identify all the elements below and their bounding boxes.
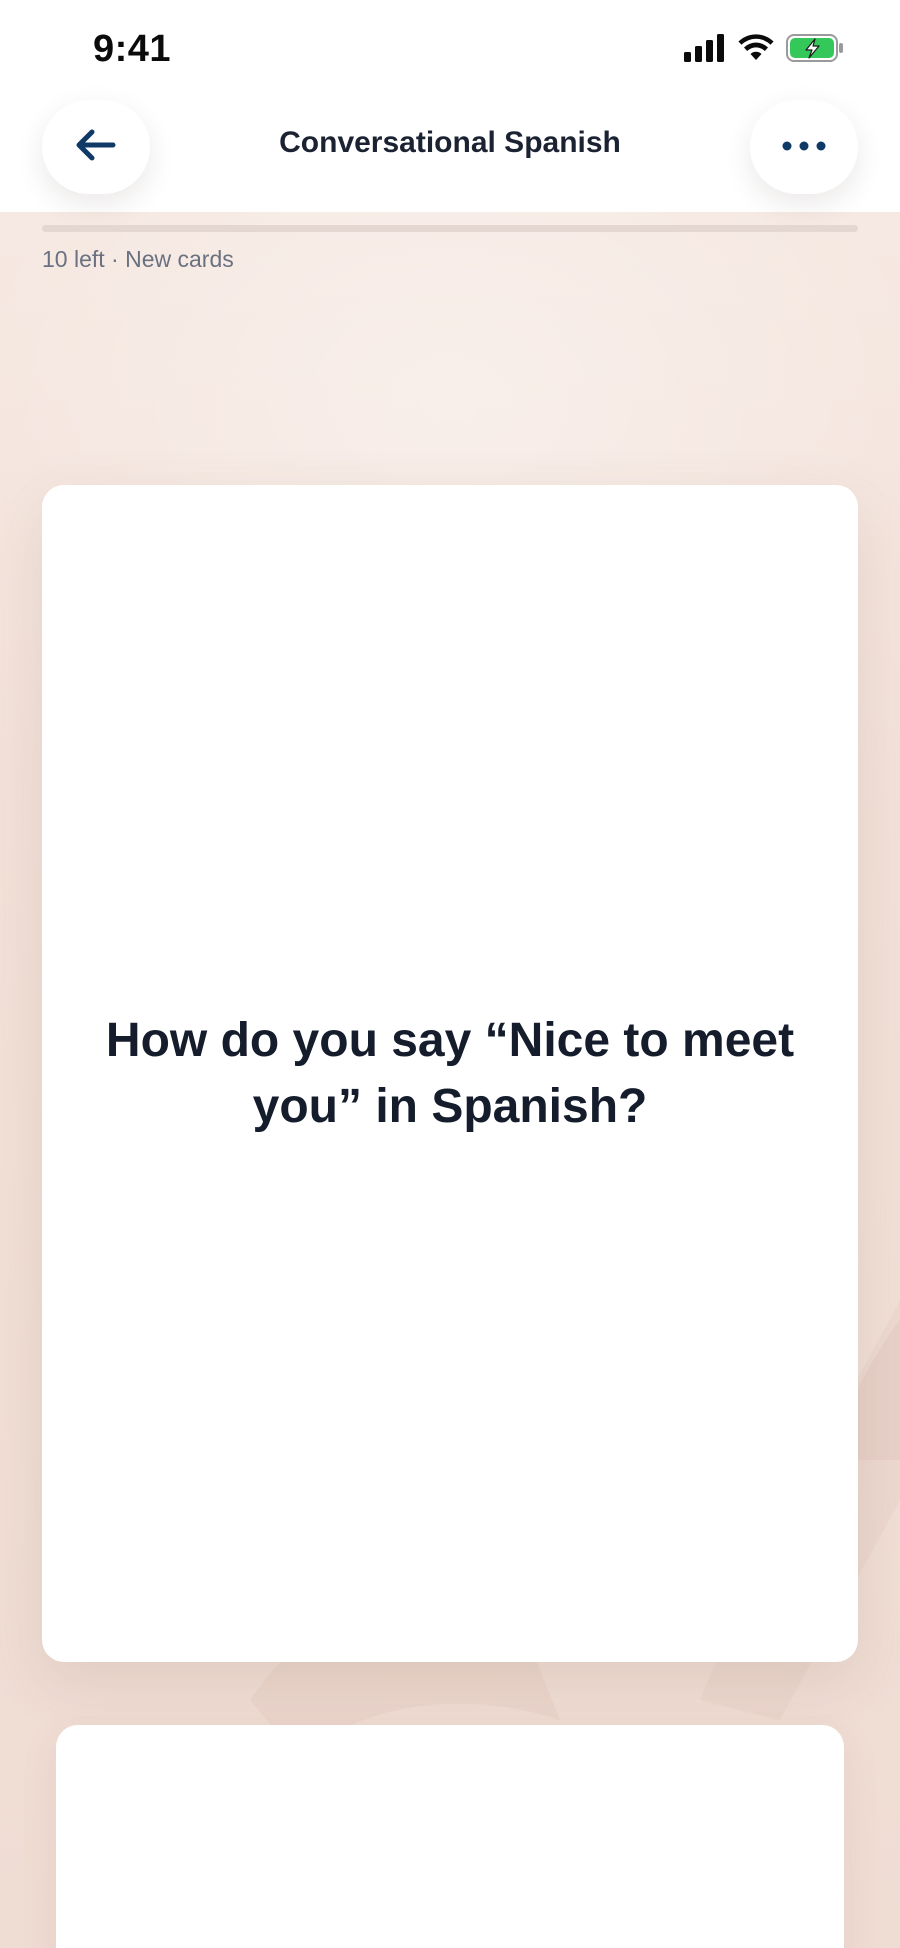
status-icons <box>684 34 844 67</box>
more-horizontal-icon <box>782 138 826 156</box>
flashcard[interactable]: How do you say “Nice to meet you” in Spa… <box>42 485 858 1662</box>
more-options-button[interactable] <box>750 100 858 194</box>
back-button[interactable] <box>42 100 150 194</box>
progress-label: 10 left · New cards <box>42 246 234 272</box>
status-time: 9:41 <box>93 28 172 70</box>
progress-bar <box>42 225 858 232</box>
arrow-left-icon <box>75 128 117 167</box>
cellular-signal-icon <box>684 34 726 67</box>
next-flashcard <box>56 1725 844 1948</box>
card-question: How do you say “Nice to meet you” in Spa… <box>105 1013 795 1133</box>
status-bar: 9:41 <box>0 0 900 90</box>
wifi-icon <box>738 34 774 67</box>
page-title: Conversational Spanish <box>279 126 621 159</box>
header: Conversational Spanish <box>0 90 900 212</box>
battery-charging-icon <box>786 34 844 67</box>
